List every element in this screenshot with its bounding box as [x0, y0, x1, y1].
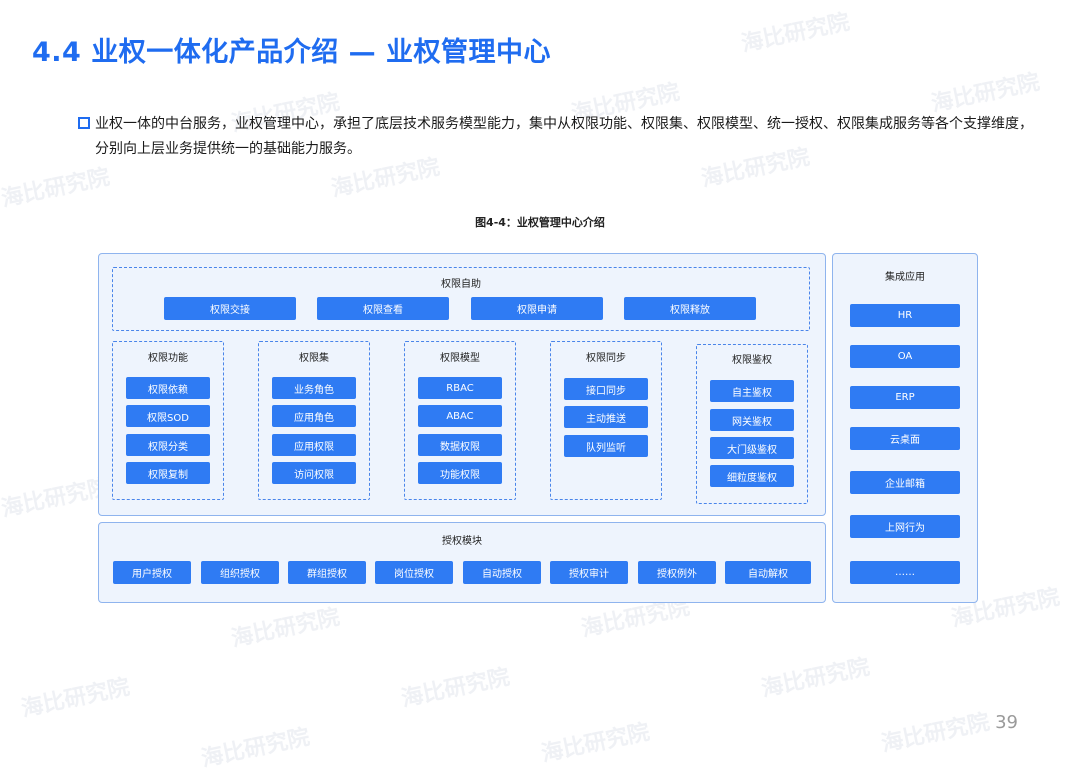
watermark: 海比研究院: [539, 719, 652, 768]
column-item[interactable]: 权限依赖: [126, 377, 210, 399]
column-item[interactable]: 权限复制: [126, 462, 210, 484]
column-item[interactable]: 大门级鉴权: [710, 437, 794, 459]
auth-module-item[interactable]: 用户授权: [113, 561, 191, 584]
auth-module-item[interactable]: 群组授权: [288, 561, 366, 584]
column-item[interactable]: 队列监听: [564, 435, 648, 457]
column-item[interactable]: 权限SOD: [126, 405, 210, 427]
integration-item[interactable]: 企业邮箱: [850, 471, 960, 494]
column-title: 权限模型: [440, 353, 480, 364]
self-service-item[interactable]: 权限交接: [164, 297, 296, 320]
watermark: 海比研究院: [759, 654, 872, 703]
integration-title: 集成应用: [885, 272, 925, 283]
auth-module-title: 授权模块: [442, 536, 482, 547]
column-item[interactable]: 数据权限: [418, 434, 502, 456]
watermark: 海比研究院: [739, 9, 852, 58]
watermark: 海比研究院: [0, 474, 112, 523]
auth-module-item[interactable]: 岗位授权: [375, 561, 453, 584]
page-title: 4.4 业权一体化产品介绍 — 业权管理中心: [32, 37, 552, 68]
column-item[interactable]: 功能权限: [418, 462, 502, 484]
watermark: 海比研究院: [399, 664, 512, 713]
column-item[interactable]: RBAC: [418, 377, 502, 399]
self-service-item[interactable]: 权限查看: [317, 297, 449, 320]
auth-module-item[interactable]: 组织授权: [201, 561, 279, 584]
self-service-item[interactable]: 权限申请: [471, 297, 603, 320]
column-item[interactable]: 权限分类: [126, 434, 210, 456]
intro-text: 业权一体的中台服务，业权管理中心，承担了底层技术服务模型能力，集中从权限功能、权…: [95, 116, 1033, 157]
watermark: 海比研究院: [0, 164, 112, 213]
auth-module-item[interactable]: 授权审计: [550, 561, 628, 584]
self-service-item[interactable]: 权限释放: [624, 297, 756, 320]
figure-caption: 图4-4：业权管理中心介绍: [475, 216, 605, 229]
integration-item[interactable]: 云桌面: [850, 427, 960, 450]
column-title: 权限集: [299, 353, 329, 364]
watermark: 海比研究院: [199, 724, 312, 773]
page-number: 39: [995, 712, 1018, 733]
intro-bullet: 业权一体的中台服务，业权管理中心，承担了底层技术服务模型能力，集中从权限功能、权…: [78, 112, 1038, 162]
auth-module-item[interactable]: 授权例外: [638, 561, 716, 584]
auth-module-item[interactable]: 自动解权: [725, 561, 811, 584]
column-item[interactable]: 网关鉴权: [710, 409, 794, 431]
column-item[interactable]: ABAC: [418, 405, 502, 427]
watermark: 海比研究院: [229, 604, 342, 653]
auth-module-item[interactable]: 自动授权: [463, 561, 541, 584]
square-bullet-icon: [78, 117, 90, 129]
watermark: 海比研究院: [19, 674, 132, 723]
column-item[interactable]: 访问权限: [272, 462, 356, 484]
column-item[interactable]: 应用权限: [272, 434, 356, 456]
column-title: 权限鉴权: [732, 355, 772, 366]
column-item[interactable]: 接口同步: [564, 378, 648, 400]
column-item[interactable]: 应用角色: [272, 405, 356, 427]
integration-item[interactable]: ERP: [850, 386, 960, 409]
column-title: 权限功能: [148, 353, 188, 364]
integration-item[interactable]: OA: [850, 345, 960, 368]
column-item[interactable]: 细粒度鉴权: [710, 465, 794, 487]
watermark: 海比研究院: [929, 69, 1042, 118]
integration-item[interactable]: HR: [850, 304, 960, 327]
integration-item[interactable]: ……: [850, 561, 960, 584]
column-item[interactable]: 自主鉴权: [710, 380, 794, 402]
watermark: 海比研究院: [879, 709, 992, 758]
integration-item[interactable]: 上网行为: [850, 515, 960, 538]
column-item[interactable]: 主动推送: [564, 406, 648, 428]
self-service-title: 权限自助: [441, 279, 481, 290]
column-item[interactable]: 业务角色: [272, 377, 356, 399]
column-title: 权限同步: [586, 353, 626, 364]
